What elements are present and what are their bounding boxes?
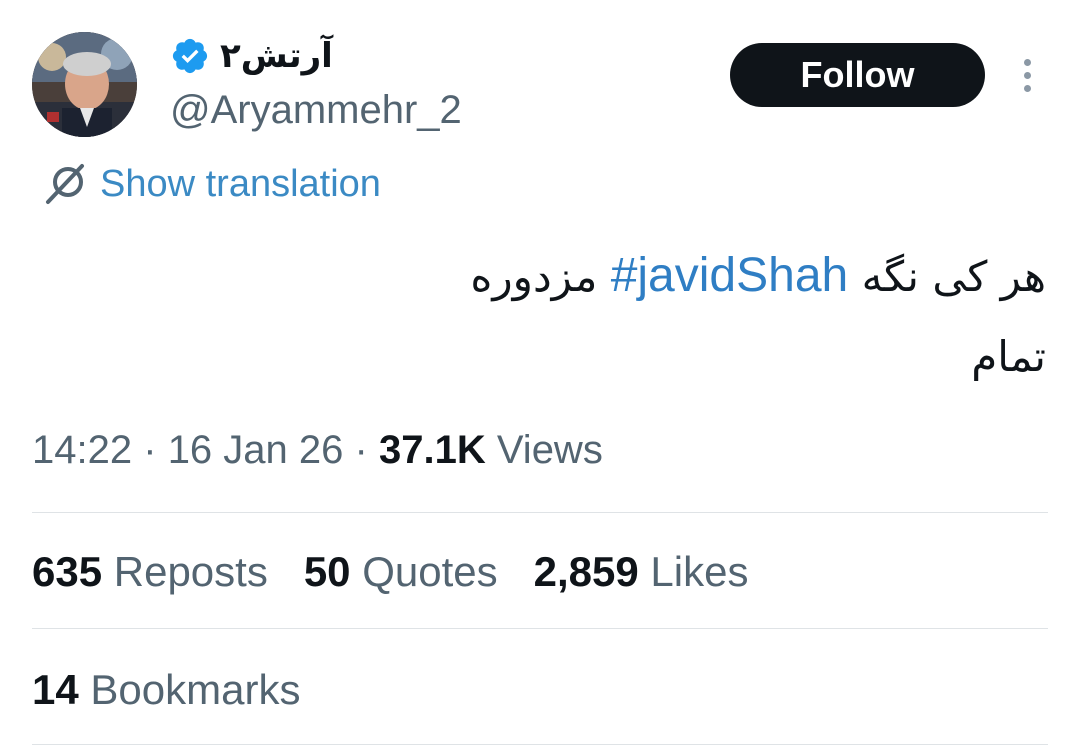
divider [32, 628, 1048, 629]
show-translation-label: Show translation [100, 162, 381, 205]
author-handle[interactable]: @Aryammehr_2 [170, 88, 462, 132]
avatar-image [32, 32, 137, 137]
author-name-row[interactable]: آرتش۲ [170, 30, 333, 82]
engagement-stats: 635 Reposts 50 Quotes 2,859 Likes [32, 548, 748, 596]
tweet-meta: 14:22 · 16 Jan 26 · 37.1K Views [32, 428, 603, 473]
views-label: Views [496, 428, 603, 472]
divider [32, 512, 1048, 513]
meta-separator: · [354, 428, 368, 472]
verified-badge-icon [172, 38, 208, 74]
quotes-count: 50 [303, 548, 351, 595]
reposts-stat[interactable]: 635 Reposts [32, 548, 268, 596]
bookmarks-stat[interactable]: 14 Bookmarks [32, 666, 300, 714]
more-vertical-icon[interactable] [1010, 55, 1044, 95]
quotes-label: Quotes [362, 548, 498, 595]
translate-globe-icon [46, 164, 84, 204]
reposts-count: 635 [32, 548, 103, 595]
views-count: 37.1K [378, 428, 486, 472]
follow-button[interactable]: Follow [730, 43, 985, 107]
bookmarks-count: 14 [32, 666, 79, 713]
tweet-text-line-1: هر کی نگه #javidShah مزدوره [326, 236, 1046, 317]
tweet-time[interactable]: 14:22 [32, 428, 132, 472]
hashtag-link[interactable]: #javidShah [611, 249, 849, 302]
likes-label: Likes [650, 548, 749, 595]
likes-count: 2,859 [533, 548, 639, 595]
tweet-text-line-2: تمام [971, 332, 1046, 381]
tweet-text-after: مزدوره [470, 252, 598, 301]
reposts-label: Reposts [113, 548, 268, 595]
author-display-name[interactable]: آرتش۲ [220, 39, 333, 73]
bookmarks-label: Bookmarks [90, 666, 301, 713]
show-translation-link[interactable]: Show translation [42, 160, 381, 208]
tweet-text-before: هر کی نگه [861, 252, 1046, 301]
tweet-text: هر کی نگه #javidShah مزدوره تمام [326, 236, 1046, 397]
divider [32, 744, 1048, 745]
meta-separator: · [143, 428, 157, 472]
likes-stat[interactable]: 2,859 Likes [534, 548, 749, 596]
quotes-stat[interactable]: 50 Quotes [304, 548, 498, 596]
avatar[interactable] [32, 32, 137, 137]
tweet-date[interactable]: 16 Jan 26 [168, 428, 344, 472]
